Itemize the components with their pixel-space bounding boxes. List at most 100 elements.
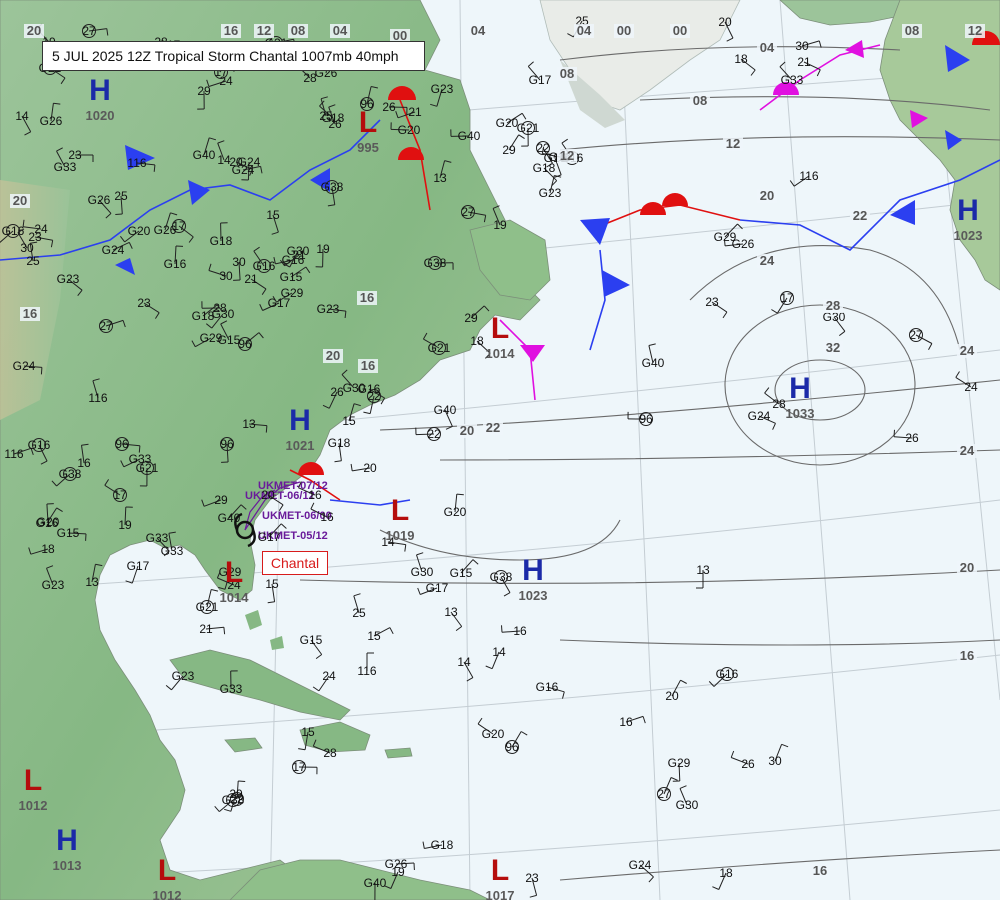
wind-barb-flag — [138, 445, 141, 453]
storm-name-label: Chantal — [262, 551, 328, 575]
isobar-label: 04 — [333, 23, 348, 38]
station-value: 30 — [768, 754, 782, 768]
station-value: G17 — [529, 73, 552, 87]
isobar-label: 22 — [853, 208, 867, 223]
station-value: G15 — [300, 633, 323, 647]
low-pressure-symbol: L — [391, 494, 409, 527]
station-value: 13 — [444, 605, 458, 619]
station-value: 30 — [219, 269, 233, 283]
central-pressure-value: 995 — [357, 140, 379, 155]
central-pressure-value: 1020 — [86, 108, 115, 123]
station-value: G26 — [154, 223, 177, 237]
station-value: G21 — [428, 341, 451, 355]
station-value: G17 — [127, 559, 150, 573]
isobar-label: 22 — [486, 420, 500, 435]
central-pressure-value: 1023 — [519, 588, 548, 603]
surface-analysis-canvas: UKMET-07/12UKMET-06/12UKMET-06/00UKMET-0… — [0, 0, 1000, 900]
station-value: 18 — [470, 334, 484, 348]
isobar-label: 16 — [361, 358, 375, 373]
station-value: G23 — [431, 82, 454, 96]
wind-barb-flag — [238, 780, 246, 782]
station-value: 23 — [525, 871, 539, 885]
forecast-track-label: UKMET-06/12 — [245, 490, 315, 502]
station-value: 29 — [214, 493, 228, 507]
station-value: G20 — [398, 123, 421, 137]
station-value: 27 — [909, 328, 923, 342]
station-value: G17 — [258, 530, 281, 544]
station-value: G20 — [482, 727, 505, 741]
station-value: G16 — [716, 667, 739, 681]
central-pressure-value: 1012 — [153, 888, 182, 900]
station-value: G26 — [40, 114, 63, 128]
station-value: G23 — [317, 302, 340, 316]
low-pressure-symbol: L — [491, 312, 509, 345]
isobar-label: 12 — [257, 23, 271, 38]
station-value: G23 — [57, 272, 80, 286]
isobar-label: 04 — [577, 23, 592, 38]
station-value: 26 — [741, 757, 755, 771]
isobar-label: 12 — [560, 148, 574, 163]
station-value: 13 — [85, 575, 99, 589]
high-pressure-symbol: H — [289, 404, 311, 437]
isobar-label: 20 — [760, 188, 774, 203]
station-value: 116 — [4, 447, 23, 461]
station-value: G38 — [490, 570, 513, 584]
station-value: 28 — [303, 71, 317, 85]
station-value: G16 — [253, 259, 276, 273]
central-pressure-value: 1021 — [286, 438, 315, 453]
station-value: 14 — [15, 109, 29, 123]
low-pressure-symbol: L — [491, 854, 509, 887]
station-value: G33 — [54, 160, 77, 174]
station-value: 116 — [799, 169, 818, 183]
station-value: G33 — [129, 452, 152, 466]
station-value: 22 — [427, 427, 441, 441]
central-pressure-value: 1013 — [53, 858, 82, 873]
station-value: 27 — [82, 24, 96, 38]
high-pressure-symbol: H — [89, 74, 111, 107]
station-value: 24 — [322, 669, 336, 683]
isobar-label: 16 — [960, 648, 974, 663]
isobar-label: 32 — [826, 340, 840, 355]
station-value: G40 — [458, 129, 481, 143]
station-value: 24 — [964, 380, 978, 394]
wind-barb-flag — [265, 425, 268, 433]
wind-barb-flag — [153, 164, 156, 172]
station-value: 116 — [127, 156, 146, 170]
station-value: G20 — [496, 116, 519, 130]
wind-barb-flag — [501, 625, 503, 633]
station-value: 29 — [464, 311, 478, 325]
station-value: 28 — [772, 397, 786, 411]
station-value: 26 — [328, 117, 342, 131]
station-value: G29 — [668, 756, 691, 770]
station-value: 19 — [493, 218, 507, 232]
station-value: G21 — [517, 121, 540, 135]
station-value: 25 — [26, 254, 40, 268]
station-value: 96 — [505, 740, 519, 754]
high-pressure-symbol: H — [522, 554, 544, 587]
low-pressure-symbol: L — [158, 854, 176, 887]
station-value: 20 — [718, 15, 732, 29]
station-value: G15 — [280, 270, 303, 284]
station-value: G24 — [748, 409, 771, 423]
isobar-label: 00 — [673, 23, 687, 38]
central-pressure-value: 1012 — [19, 798, 48, 813]
station-value: 26 — [905, 431, 919, 445]
wind-barb-flag — [223, 627, 226, 635]
station-value: 30 — [232, 255, 246, 269]
station-value: 15 — [367, 629, 381, 643]
station-value: G26 — [385, 857, 408, 871]
station-value: 16 — [308, 488, 322, 502]
station-value: 19 — [118, 518, 132, 532]
station-value: G24 — [629, 858, 652, 872]
station-value: G40 — [193, 148, 216, 162]
isobar-label: 20 — [27, 23, 41, 38]
station-value: 96 — [639, 412, 653, 426]
isobar-label: 08 — [693, 93, 707, 108]
isobar-label: 24 — [960, 343, 975, 358]
station-value: 15 — [265, 577, 279, 591]
station-value: 30 — [795, 39, 809, 53]
isobar-label: 16 — [23, 306, 37, 321]
station-value: 21 — [408, 105, 422, 119]
low-pressure-symbol: L — [359, 106, 377, 139]
station-value: G29 — [714, 230, 737, 244]
